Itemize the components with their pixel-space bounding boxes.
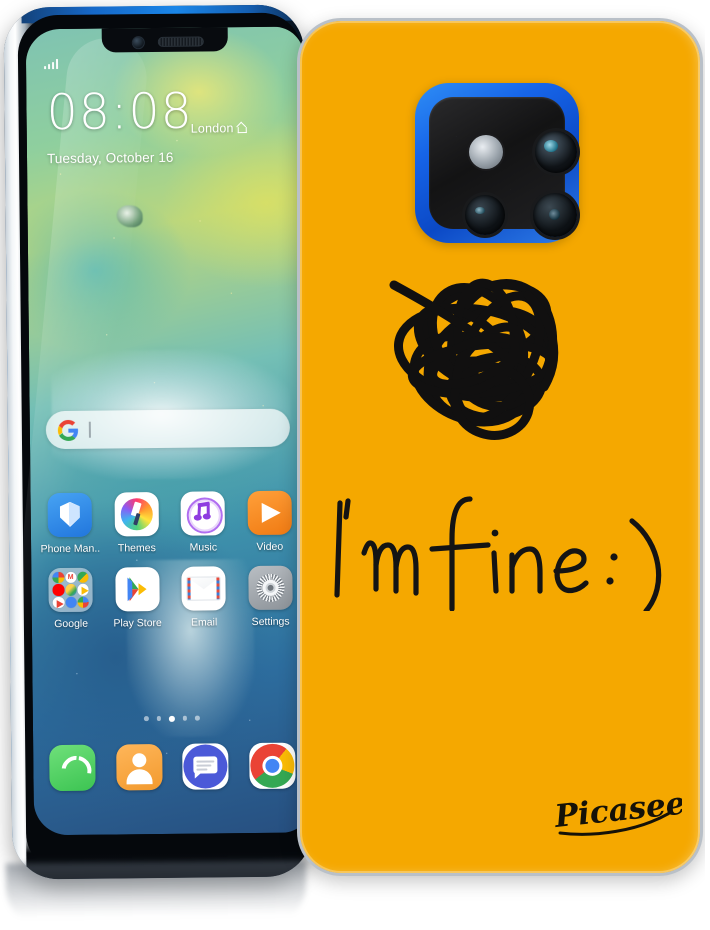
right-margin [705,0,710,930]
app-grid: Phone Man.. Themes Music Video M Google … [31,490,311,643]
handwritten-text-im-fine [334,496,662,611]
app-label: Email [190,616,218,629]
date-label: Tuesday, October 16 [46,149,174,167]
phone-device: 08:08 London Tuesday, October 16 Phone M… [3,4,313,880]
phone-case-back: Picasee [297,18,703,876]
dock-item-messages[interactable] [172,743,239,790]
camera-module [415,83,579,243]
music-note-icon [180,491,226,536]
app-google-folder[interactable]: Google [37,567,104,631]
picasee-brand-logo: Picasee [552,789,682,836]
app-label: Google [54,617,89,631]
app-row-1: Phone Man.. Themes Music Video [31,490,310,555]
home-dock [33,742,311,792]
app-label: Settings [251,615,290,629]
front-camera-icon [131,36,145,50]
app-phone-manager[interactable]: Phone Man.. [37,492,104,556]
gear-icon [248,565,293,611]
app-video[interactable]: Video [236,490,303,553]
flash-icon [469,135,503,169]
google-search-bar[interactable] [45,408,291,450]
camera-plate [429,97,577,237]
earpiece-speaker-icon [157,36,204,47]
shield-icon [47,492,93,538]
play-store-icon [115,566,160,612]
app-row-2: Google Play Store Email [31,565,310,630]
search-input-caret[interactable] [88,421,91,438]
play-triangle-icon [247,490,292,536]
phone-handset-icon [49,744,96,792]
camera-lens-icon [533,193,577,237]
dock-item-phone[interactable] [39,744,106,792]
envelope-icon [181,566,227,611]
status-bar [26,52,304,73]
city-row: London [190,121,249,136]
lockscreen-info: 08:08 London Tuesday, October 16 [46,83,249,167]
svg-text:Picasee: Picasee [552,789,682,835]
app-label: Phone Man.. [40,542,101,556]
google-g-icon [57,419,79,441]
app-email[interactable]: Email [170,566,237,629]
app-settings[interactable]: Settings [237,565,304,628]
app-music[interactable]: Music [170,491,237,554]
dock-item-chrome[interactable] [239,742,306,790]
home-icon [238,123,249,133]
app-themes[interactable]: Themes [103,491,170,555]
chat-bubble-icon [182,743,229,790]
dock-item-contacts[interactable] [106,743,173,791]
display-notch [101,27,228,53]
camera-lens-icon [535,131,577,173]
app-label: Music [189,541,218,554]
app-play-store[interactable]: Play Store [104,566,171,630]
camera-lens-icon [465,195,505,235]
paintbrush-icon [114,491,159,537]
app-label: Video [256,540,284,553]
city-label: London [190,121,234,136]
signal-bars-icon [44,58,59,70]
scribble-doodle-icon [389,278,559,440]
phone-surface-reflection [5,860,307,928]
app-label: Play Store [113,616,162,630]
product-photo-stage: 08:08 London Tuesday, October 16 Phone M… [0,0,710,930]
chrome-icon [248,742,296,790]
app-label: Themes [117,542,156,555]
person-icon [115,743,163,791]
google-folder-icon [48,567,94,613]
phone-screen: 08:08 London Tuesday, October 16 Phone M… [25,26,313,836]
